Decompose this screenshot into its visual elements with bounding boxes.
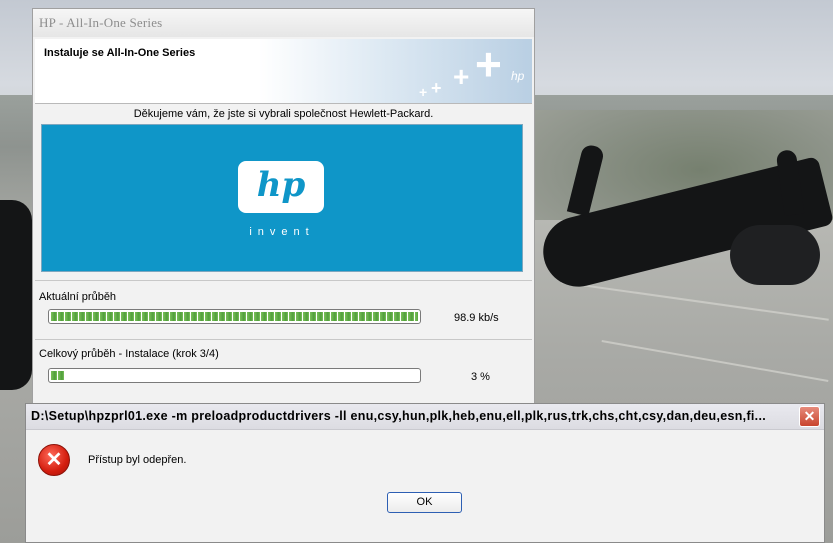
plus-decoration-icon: + bbox=[431, 78, 442, 98]
overall-progress-fill bbox=[51, 371, 64, 380]
error-dialog: D:\Setup\hpzprl01.exe -m preloadproductd… bbox=[25, 403, 825, 543]
current-progress-rate: 98.9 kb/s bbox=[454, 312, 499, 324]
wallpaper-aircraft-engine bbox=[730, 225, 820, 285]
hp-tagline: invent bbox=[249, 226, 315, 238]
banner-title: Instaluje se All-In-One Series bbox=[44, 47, 196, 59]
plus-decoration-icon: + bbox=[475, 38, 502, 90]
error-icon-glyph: ✕ bbox=[45, 449, 63, 471]
ok-button[interactable]: OK bbox=[387, 492, 462, 513]
overall-progress-percent: 3 % bbox=[471, 371, 490, 383]
dialog-body: ✕ Přístup byl odepřen. OK bbox=[26, 430, 824, 542]
plus-decoration-icon: + bbox=[453, 61, 470, 92]
window-title: HP - All-In-One Series bbox=[39, 15, 163, 30]
error-message: Přístup byl odepřen. bbox=[88, 454, 187, 466]
close-icon: ✕ bbox=[803, 408, 816, 424]
installer-titlebar[interactable]: HP - All-In-One Series bbox=[33, 9, 534, 37]
current-progress-label: Aktuální průběh bbox=[39, 291, 117, 303]
divider bbox=[35, 280, 532, 281]
close-button[interactable]: ✕ bbox=[799, 406, 820, 427]
dialog-title: D:\Setup\hpzprl01.exe -m preloadproductd… bbox=[31, 409, 766, 423]
dialog-titlebar[interactable]: D:\Setup\hpzprl01.exe -m preloadproductd… bbox=[26, 404, 824, 430]
hp-logo: hp bbox=[238, 161, 324, 213]
banner-hp-logo: hp bbox=[511, 69, 525, 83]
plus-decoration-icon: + bbox=[419, 84, 428, 100]
thanks-message: Děkujeme vám, že jste si vybrali společn… bbox=[133, 108, 434, 120]
current-progress-bar bbox=[48, 309, 421, 324]
divider bbox=[35, 339, 532, 340]
wallpaper-aircraft bbox=[0, 200, 32, 390]
installer-banner: Instaluje se All-In-One Series + + + + h… bbox=[35, 39, 532, 104]
hp-logo-text: hp bbox=[256, 165, 306, 205]
hp-logo-panel: hp invent bbox=[41, 124, 523, 272]
installer-window: HP - All-In-One Series Instaluje se All-… bbox=[32, 8, 535, 413]
overall-progress-bar bbox=[48, 368, 421, 383]
error-icon: ✕ bbox=[38, 444, 70, 476]
overall-progress-label: Celkový průběh - Instalace (krok 3/4) bbox=[39, 348, 219, 360]
current-progress-fill bbox=[51, 312, 418, 321]
